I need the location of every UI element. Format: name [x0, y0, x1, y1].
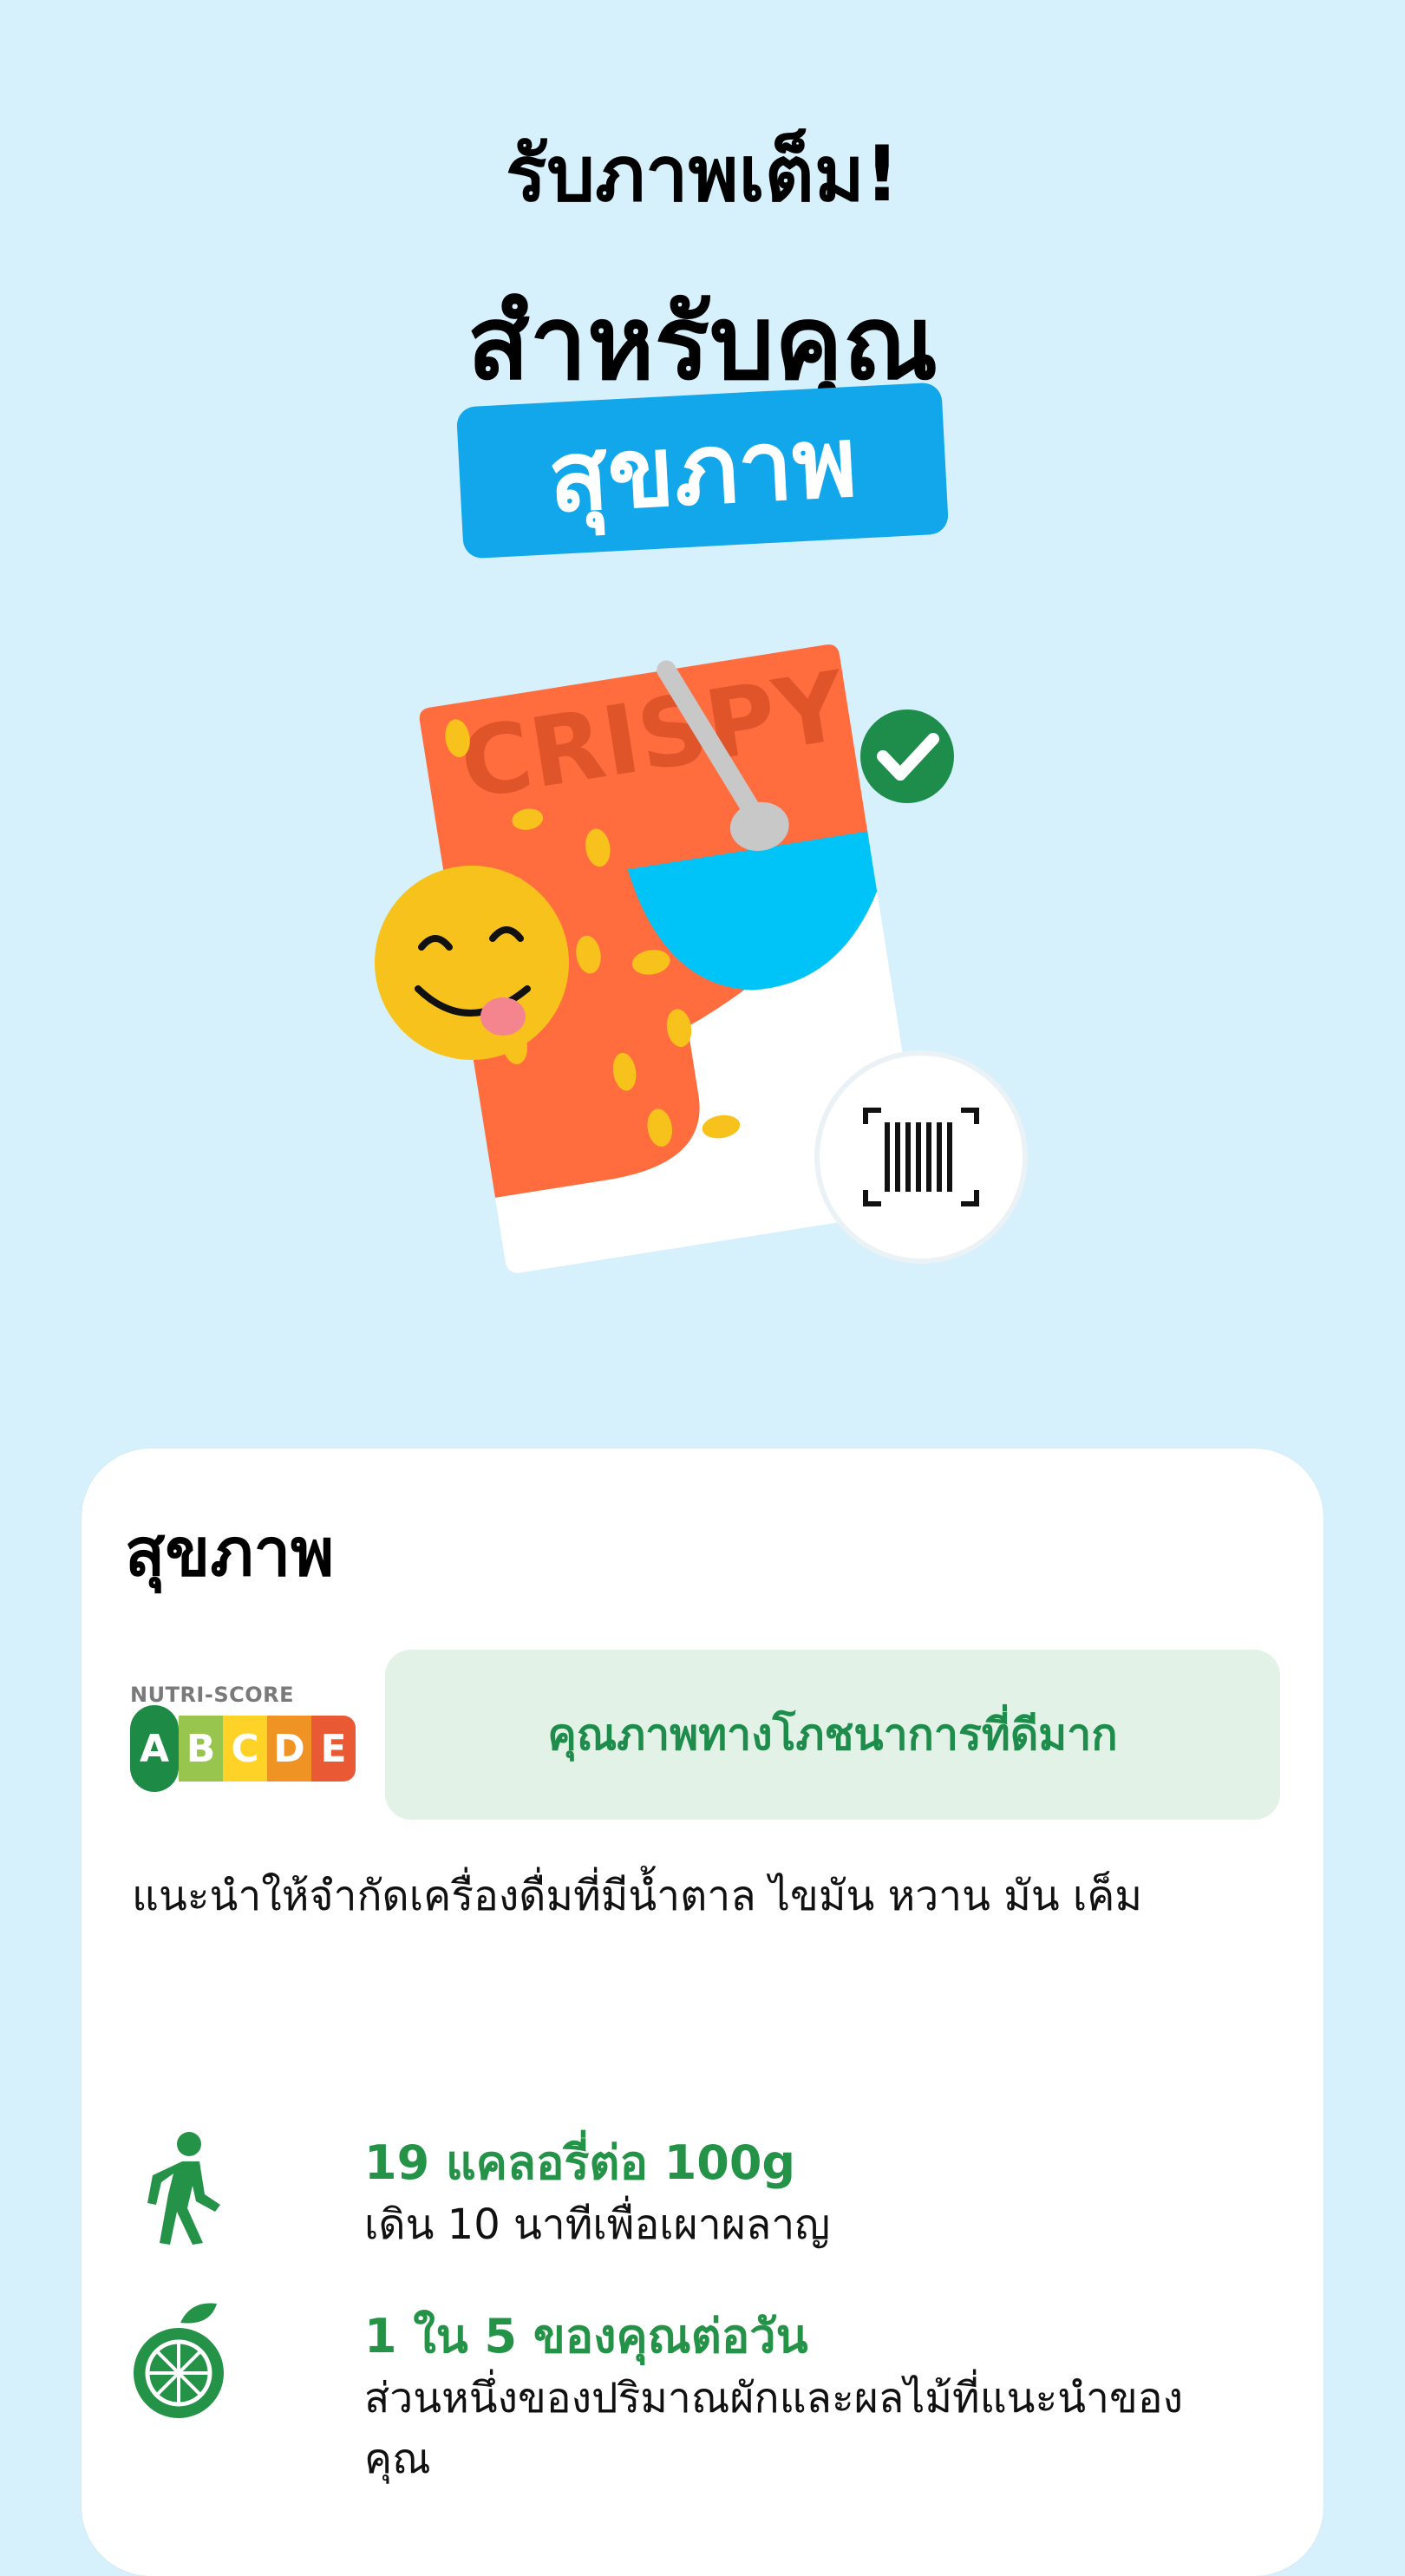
nutri-score-scale: A B C D E [130, 1705, 356, 1792]
nutri-grade-e: E [311, 1716, 356, 1782]
nutri-grade-b: B [179, 1716, 224, 1782]
fruit-title: 1 ใน 5 ของคุณต่อวัน [364, 2309, 808, 2364]
nutri-grade-c: C [223, 1716, 268, 1782]
barcode-scan-icon [814, 1050, 1028, 1264]
advice-text: แนะนำให้จำกัดเครื่องดื่มที่มีน้ำตาล ไขมั… [132, 1872, 1143, 1920]
smiley-tongue-icon [375, 866, 569, 1060]
card-title: สุขภาพ [125, 1514, 335, 1591]
calorie-subtitle: เดิน 10 นาทีเพื่อเผาผลาญ [364, 2200, 831, 2249]
walking-person-icon [130, 2125, 234, 2246]
fruit-icon [130, 2298, 234, 2420]
nutri-grade-d: D [267, 1716, 312, 1782]
check-badge-icon [860, 709, 954, 803]
nutri-grade-a: A [130, 1705, 180, 1792]
nutrition-quality-label: คุณภาพทางโภชนาการที่ดีมาก [385, 1650, 1280, 1820]
calorie-title: 19 แคลอรี่ต่อ 100g [364, 2135, 796, 2190]
nutri-score-badge: NUTRI-SCORE A B C D E [130, 1683, 356, 1804]
health-tag: สุขภาพ [455, 382, 950, 559]
health-card: สุขภาพ NUTRI-SCORE A B C D E คุณภาพทางโภ… [82, 1448, 1323, 2576]
nutri-score-label: NUTRI-SCORE [130, 1683, 294, 1707]
fruit-subtitle: ส่วนหนึ่งของปริมาณผักและผลไม้ที่แนะนำของ… [364, 2374, 1184, 2483]
product-illustration: CRISPY [364, 607, 1041, 1301]
headline-line1: รับภาพเต็ม! [506, 129, 899, 219]
